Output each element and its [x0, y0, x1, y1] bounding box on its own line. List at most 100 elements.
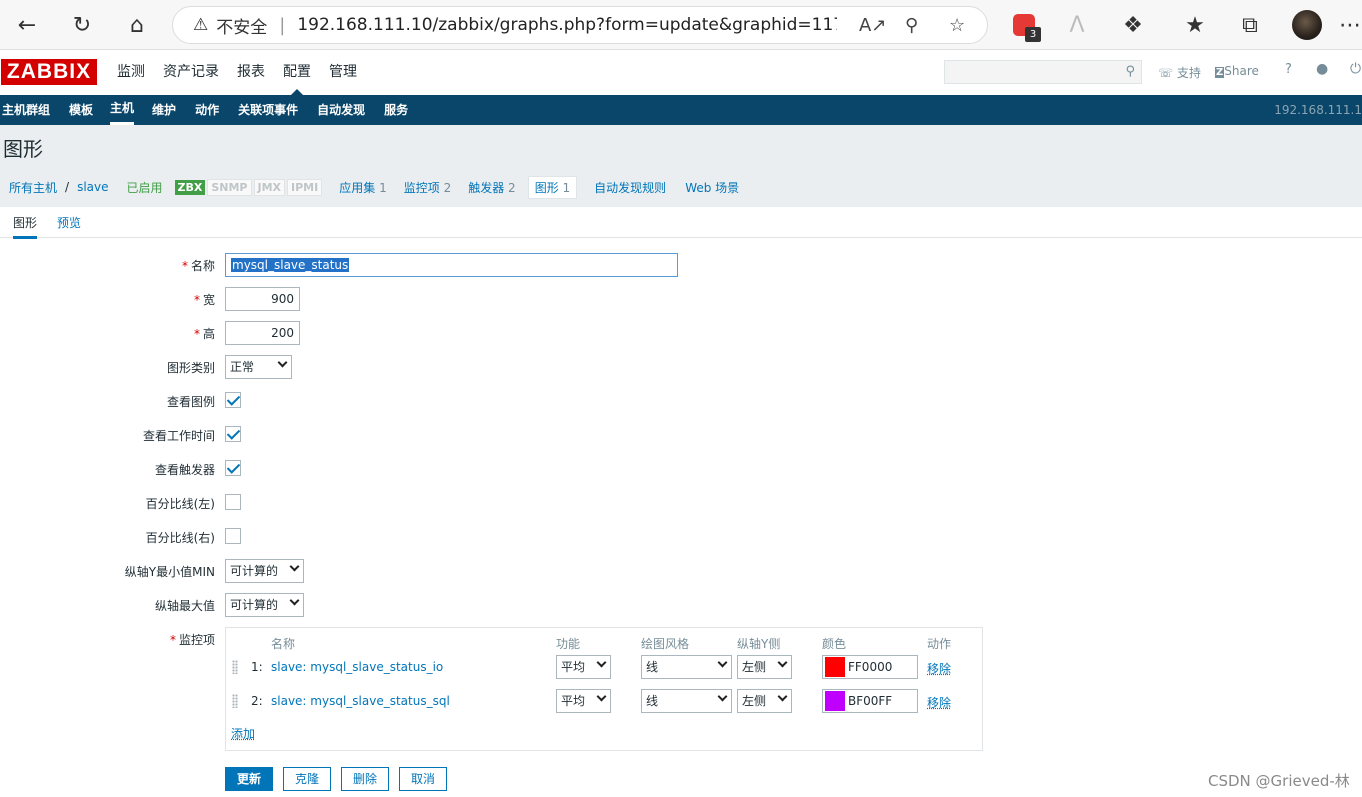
- tab-graph[interactable]: 图形: [13, 214, 38, 239]
- y-axis-side-select[interactable]: 左侧: [737, 655, 792, 679]
- menu-monitoring[interactable]: 监测: [108, 50, 154, 95]
- ymin-select[interactable]: 可计算的: [225, 559, 304, 583]
- delete-button[interactable]: 删除: [341, 767, 389, 791]
- column-header-name: 名称: [271, 637, 296, 651]
- graph-type-select[interactable]: 正常: [225, 355, 292, 379]
- subnav-hosts[interactable]: 主机: [110, 95, 135, 125]
- host-status[interactable]: 已启用: [127, 179, 163, 196]
- subnav-discovery[interactable]: 自动发现: [317, 95, 374, 125]
- percentile-right-checkbox[interactable]: [225, 528, 241, 544]
- favorites-icon[interactable]: ★: [1178, 8, 1212, 42]
- collections-icon[interactable]: ⧉: [1233, 8, 1267, 42]
- home-icon[interactable]: ⌂: [120, 8, 154, 42]
- name-field[interactable]: mysql_slave_status: [225, 253, 678, 277]
- warning-icon[interactable]: ⚠: [193, 15, 208, 35]
- breadcrumb-discovery-rules[interactable]: 自动发现规则: [594, 179, 666, 196]
- insecure-label[interactable]: 不安全: [216, 13, 267, 38]
- menu-reports[interactable]: 报表: [228, 50, 274, 95]
- favorite-add-icon[interactable]: ☆: [949, 7, 965, 43]
- function-select[interactable]: 平均: [556, 689, 611, 713]
- extensions-icon[interactable]: ❖: [1116, 8, 1150, 42]
- subnav-templates[interactable]: 模板: [69, 95, 102, 125]
- more-icon[interactable]: ⋯: [1339, 8, 1361, 42]
- ymax-label: 纵轴最大值: [154, 599, 215, 613]
- chevron-down-icon: [289, 561, 300, 572]
- breadcrumb-items[interactable]: 监控项 2: [404, 179, 451, 196]
- subnav-maintenance[interactable]: 维护: [152, 95, 185, 125]
- refresh-icon[interactable]: ↻: [65, 8, 99, 42]
- subnav-correlation[interactable]: 关联项事件: [238, 95, 307, 125]
- tab-preview[interactable]: 预览: [57, 214, 81, 231]
- breadcrumb-triggers[interactable]: 触发器 2: [468, 179, 515, 196]
- menu-configuration[interactable]: 配置: [274, 50, 320, 95]
- item-link[interactable]: slave: mysql_slave_status_io: [271, 660, 443, 674]
- y-axis-side-select[interactable]: 左侧: [737, 689, 792, 713]
- search-icon[interactable]: ⚲: [1125, 64, 1135, 79]
- item-link[interactable]: slave: mysql_slave_status_sql: [271, 694, 450, 708]
- zabbix-logo[interactable]: ZABBIX: [1, 59, 97, 85]
- page-header: 图形: [0, 125, 1362, 167]
- height-label: * 高: [193, 327, 215, 341]
- avatar[interactable]: [1292, 10, 1322, 40]
- chevron-down-icon: [277, 357, 288, 368]
- zbx-availability-badge: ZBX: [174, 179, 206, 195]
- profile-ext-icon[interactable]: Λ: [1060, 8, 1094, 42]
- chevron-down-icon: [289, 595, 300, 606]
- chevron-down-icon: [596, 657, 607, 668]
- zoom-icon[interactable]: ⚲: [905, 7, 918, 43]
- draw-style-select[interactable]: 线: [641, 655, 732, 679]
- row-number: 1:: [251, 660, 263, 674]
- ymax-select[interactable]: 可计算的: [225, 593, 304, 617]
- show-triggers-label: 查看触发器: [154, 463, 215, 477]
- items-label: * 监控项: [169, 633, 215, 647]
- menu-administration[interactable]: 管理: [320, 50, 366, 95]
- user-profile-icon[interactable]: ●: [1316, 61, 1328, 77]
- column-header-draw-style: 绘图风格: [641, 637, 690, 651]
- search-input[interactable]: ⚲: [944, 60, 1142, 84]
- subnav-services[interactable]: 服务: [384, 95, 417, 125]
- jmx-availability-badge: JMX: [253, 178, 286, 196]
- height-field[interactable]: 200: [225, 321, 300, 345]
- server-ip: 192.168.111.1: [1274, 103, 1362, 117]
- url-text[interactable]: 192.168.111.10/zabbix/graphs.php?form=up…: [297, 15, 837, 35]
- remove-link[interactable]: 移除: [927, 694, 951, 711]
- page-title: 图形: [3, 137, 43, 161]
- show-legend-checkbox[interactable]: [225, 392, 241, 408]
- browser-toolbar: ← ↻ ⌂ ⚠ 不安全 | 192.168.111.10/zabbix/grap…: [0, 0, 1362, 50]
- menu-inventory[interactable]: 资产记录: [154, 50, 228, 95]
- breadcrumb-web-scenarios[interactable]: Web 场景: [685, 179, 739, 196]
- show-work-period-checkbox[interactable]: [225, 426, 241, 442]
- ipmi-availability-badge: IPMI: [287, 178, 323, 196]
- subnav-host-groups[interactable]: 主机群组: [2, 95, 59, 125]
- function-select[interactable]: 平均: [556, 655, 611, 679]
- width-field[interactable]: 900: [225, 287, 300, 311]
- clone-button[interactable]: 克隆: [283, 767, 331, 791]
- show-work-period-label: 查看工作时间: [142, 429, 215, 443]
- remove-link[interactable]: 移除: [927, 660, 951, 677]
- drag-handle-icon[interactable]: [232, 660, 238, 674]
- column-header-color: 颜色: [822, 637, 847, 651]
- help-icon[interactable]: ?: [1285, 62, 1292, 77]
- breadcrumb-graphs[interactable]: 图形 1: [527, 175, 578, 199]
- subnav-actions[interactable]: 动作: [195, 95, 228, 125]
- show-triggers-checkbox[interactable]: [225, 460, 241, 476]
- update-button[interactable]: 更新: [225, 767, 273, 791]
- share-link[interactable]: ZShare: [1215, 64, 1259, 78]
- drag-handle-icon[interactable]: [232, 694, 238, 708]
- color-swatch[interactable]: [825, 691, 845, 711]
- color-swatch[interactable]: [825, 657, 845, 677]
- sub-navigation: 主机群组 模板 主机 维护 动作 关联项事件 自动发现 服务 192.168.1…: [0, 95, 1362, 125]
- breadcrumb-applications[interactable]: 应用集 1: [339, 179, 386, 196]
- breadcrumb-host[interactable]: slave: [77, 180, 108, 194]
- cancel-button[interactable]: 取消: [399, 767, 447, 791]
- percentile-left-checkbox[interactable]: [225, 494, 241, 510]
- width-label: * 宽: [193, 293, 215, 307]
- support-link[interactable]: ☏ 支持: [1158, 64, 1201, 81]
- read-aloud-icon[interactable]: A↗: [859, 7, 886, 43]
- add-item-link[interactable]: 添加: [231, 725, 255, 742]
- address-bar[interactable]: ⚠ 不安全 | 192.168.111.10/zabbix/graphs.php…: [172, 6, 988, 44]
- sign-out-icon[interactable]: ⏻: [1350, 61, 1361, 77]
- breadcrumb-all-hosts[interactable]: 所有主机: [9, 179, 57, 196]
- draw-style-select[interactable]: 线: [641, 689, 732, 713]
- back-icon[interactable]: ←: [10, 8, 44, 42]
